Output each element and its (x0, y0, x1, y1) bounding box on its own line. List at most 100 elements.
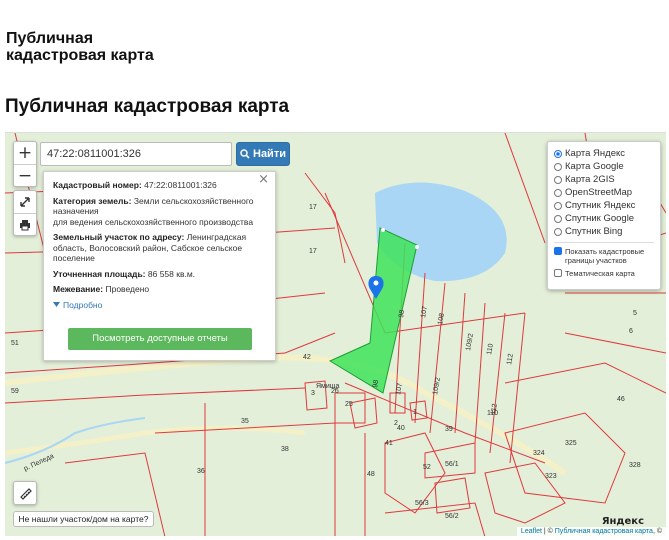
area-label: Уточненная площадь: (53, 268, 146, 279)
layer-option-2gis-map[interactable]: Карта 2GIS (554, 173, 654, 186)
plot-number: 108 (437, 313, 446, 326)
plot-number: 3 (311, 390, 315, 397)
plot-number: 323 (545, 473, 557, 480)
overlay-option-thematic-map[interactable]: Тематическая карта (554, 269, 654, 278)
plot-number: 109/2 (432, 377, 442, 396)
more-details-link[interactable]: Подробно (53, 300, 266, 311)
plot-number: 1 (413, 409, 417, 416)
village-label: Ямища (316, 383, 340, 390)
layer-switcher: Карта Яндекс Карта Google Карта 2GIS Ope… (547, 141, 661, 290)
survey-label: Межевание: (53, 284, 104, 294)
radio-button[interactable] (554, 162, 562, 171)
plot-number: 17 (309, 248, 317, 255)
plot-number: 98 (398, 309, 406, 318)
address-row: Земельный участок по адресу: Ленинградск… (53, 232, 266, 264)
plot-number: 2 (394, 420, 398, 427)
radio-button[interactable] (554, 149, 562, 158)
plot-number: 52 (423, 464, 431, 471)
plot-number: 46 (617, 396, 625, 403)
ruler-icon (20, 488, 32, 500)
plot-number: 5 (633, 310, 637, 317)
print-button[interactable] (14, 213, 36, 235)
layer-option-osm[interactable]: OpenStreetMap (554, 186, 654, 199)
search-button[interactable]: Найти (236, 142, 290, 166)
attribution-separator: | © (541, 528, 555, 535)
cadastral-map[interactable]: 17 17 51 42 59 98 98 107 107 108 109/2 1… (5, 132, 666, 536)
plot-number: 38 (281, 446, 289, 453)
road (5, 425, 306, 456)
site-title-line2: кадастровая карта (6, 47, 154, 64)
layer-label: Спутник Яндекс (565, 200, 636, 211)
checkbox[interactable] (554, 247, 562, 255)
leaflet-link[interactable]: Leaflet (521, 528, 542, 535)
plot-number: 109/2 (465, 333, 475, 352)
plot-number: 39 (445, 426, 453, 433)
zoom-in-button[interactable]: + (14, 142, 36, 164)
layer-label: OpenStreetMap (565, 187, 633, 198)
layer-label: Карта Google (565, 161, 624, 172)
plot-info-panel: × Кадастровый номер: 47:22:0811001:326 К… (43, 171, 276, 361)
zoom-control: + − (13, 141, 37, 187)
plot-number: 17 (309, 204, 317, 211)
yandex-logo: Яндекс (601, 516, 644, 527)
plot-number: 325 (565, 440, 577, 447)
plot-number: 41 (385, 440, 393, 447)
plot-number: 328 (629, 462, 641, 469)
area-value: 86 558 кв.м. (147, 268, 196, 279)
layer-divider (554, 242, 654, 243)
plot-number: 324 (533, 450, 545, 457)
radio-button[interactable] (554, 214, 562, 223)
plot-number: 56/2 (445, 513, 459, 520)
layer-option-bing-satellite[interactable]: Спутник Bing (554, 225, 654, 238)
layer-label: Карта 2GIS (565, 174, 615, 185)
attribution-suffix: , © (652, 528, 662, 535)
radio-button[interactable] (554, 227, 562, 236)
plot-number: 56/1 (445, 461, 459, 468)
overlay-option-cadastral-borders[interactable]: Показать кадастровые границы участков (554, 247, 654, 265)
plot-number: 112 (506, 353, 515, 365)
radio-button[interactable] (554, 201, 562, 210)
more-details-label: Подробно (63, 299, 103, 310)
tools-control (13, 190, 37, 236)
caret-down-icon (53, 301, 60, 307)
cadastral-search-input[interactable] (40, 142, 232, 166)
layer-label: Спутник Bing (565, 226, 623, 237)
radio-button[interactable] (554, 188, 562, 197)
search-button-label: Найти (253, 148, 286, 160)
plot-number: 107 (420, 306, 429, 319)
not-found-button[interactable]: Не нашли участок/дом на карте? (13, 511, 154, 527)
fullscreen-button[interactable] (14, 191, 36, 213)
plot-number: 110 (486, 343, 495, 355)
plot-number: 48 (367, 471, 375, 478)
site-title[interactable]: Публичная кадастровая карта (6, 30, 154, 64)
layer-option-google-satellite[interactable]: Спутник Google (554, 212, 654, 225)
overlay-label: Показать кадастровые границы участков (565, 247, 645, 265)
land-category-row: Категория земель: Земли сельскохозяйстве… (53, 196, 266, 228)
page-heading: Публичная кадастровая карта (5, 96, 290, 117)
zoom-out-button[interactable]: − (14, 164, 36, 186)
checkbox[interactable] (554, 269, 562, 277)
layer-option-yandex-map[interactable]: Карта Яндекс (554, 147, 654, 160)
pkk-link[interactable]: Публичная кадастровая карта (555, 528, 653, 535)
layer-option-google-map[interactable]: Карта Google (554, 160, 654, 173)
view-reports-button[interactable]: Посмотреть доступные отчеты (68, 328, 252, 350)
site-title-line1: Публичная (6, 30, 94, 47)
measure-button[interactable] (13, 481, 37, 505)
plot-number: 25 (345, 401, 353, 408)
cadastral-number-row: Кадастровый номер: 47:22:0811001:326 (53, 180, 266, 191)
cadastral-number-value: 47:22:0811001:326 (144, 180, 217, 190)
cadastral-number-label: Кадастровый номер: (53, 180, 142, 190)
layer-option-yandex-satellite[interactable]: Спутник Яндекс (554, 199, 654, 212)
layer-label: Карта Яндекс (565, 148, 626, 159)
plot-number: 35 (241, 418, 249, 425)
radio-button[interactable] (554, 175, 562, 184)
plot-number: 6 (629, 328, 633, 335)
plot-number: 51 (11, 340, 19, 347)
map-attribution: Leaflet | © Публичная кадастровая карта,… (516, 527, 666, 536)
close-icon[interactable]: × (258, 173, 269, 185)
vertex-marker (415, 245, 419, 249)
print-icon (20, 219, 30, 230)
survey-value: Проведено (105, 284, 150, 294)
plot-number: 98 (372, 379, 380, 388)
area-row: Уточненная площадь: 86 558 кв.м. (53, 269, 266, 280)
